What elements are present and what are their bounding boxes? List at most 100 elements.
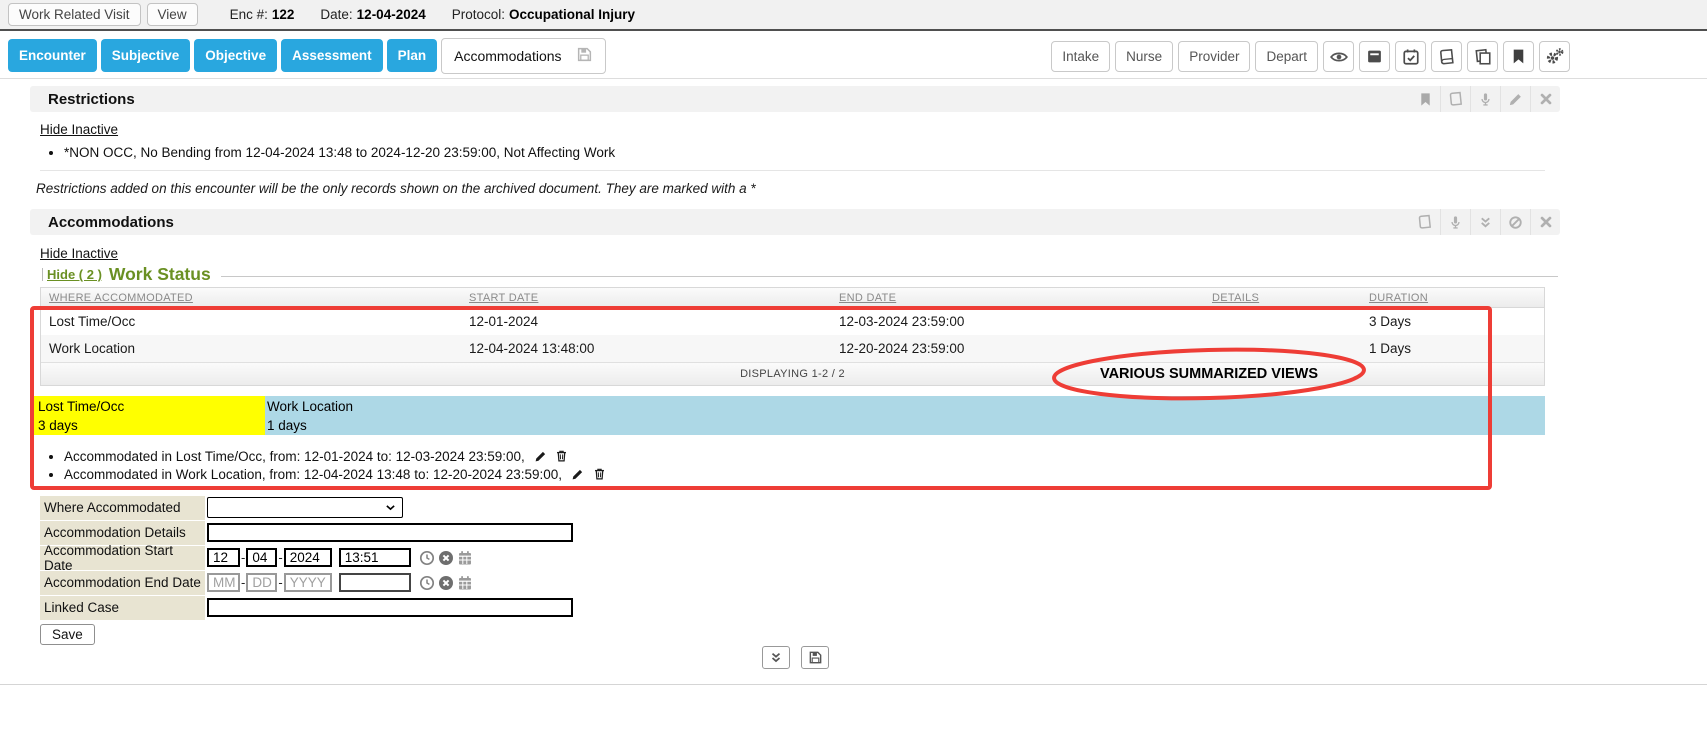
- legend-tick: [42, 268, 43, 281]
- form-row-where: Where Accommodated: [40, 495, 573, 520]
- cell-where: Work Location: [41, 341, 461, 356]
- work-related-visit-button[interactable]: Work Related Visit: [8, 3, 141, 26]
- tab-assessment[interactable]: Assessment: [281, 39, 383, 72]
- list-item: Accommodated in Work Location, from: 12-…: [64, 467, 606, 485]
- date-separator: -: [241, 550, 245, 565]
- bottom-action-buttons: [762, 646, 829, 669]
- where-accommodated-label: Where Accommodated: [40, 496, 205, 520]
- book-icon[interactable]: [1410, 209, 1440, 235]
- book-icon[interactable]: [1440, 86, 1470, 112]
- column-details[interactable]: DETAILS: [1204, 292, 1361, 304]
- tab-subjective[interactable]: Subjective: [101, 39, 191, 72]
- end-time-input[interactable]: [339, 573, 411, 592]
- column-end-date[interactable]: END DATE: [831, 292, 1204, 304]
- date-value: 12-04-2024: [357, 7, 426, 22]
- tab-bar: Encounter Subjective Objective Assessmen…: [0, 33, 1707, 79]
- list-item: Accommodated in Lost Time/Occ, from: 12-…: [64, 449, 606, 467]
- restrictions-section-header: Restrictions: [30, 86, 1560, 112]
- close-icon[interactable]: [1530, 86, 1560, 112]
- microphone-icon[interactable]: [1470, 86, 1500, 112]
- disable-icon[interactable]: [1500, 209, 1530, 235]
- collapse-icon[interactable]: [1470, 209, 1500, 235]
- tab-accommodations-active[interactable]: Accommodations: [441, 38, 605, 74]
- restrictions-header-icons: [1410, 86, 1560, 112]
- restriction-item: *NON OCC, No Bending from 12-04-2024 13:…: [64, 145, 615, 160]
- tab-objective[interactable]: Objective: [194, 39, 277, 72]
- bar-label: Work Location: [267, 397, 1545, 416]
- accommodations-hide-inactive-link[interactable]: Hide Inactive: [40, 246, 118, 261]
- calendar-check-icon[interactable]: [1395, 41, 1426, 72]
- work-related-visit-page: Work Related Visit View Enc #:122 Date:1…: [0, 0, 1707, 745]
- cell-duration: 3 Days: [1361, 314, 1544, 329]
- microphone-icon[interactable]: [1440, 209, 1470, 235]
- linked-case-input[interactable]: [207, 598, 573, 617]
- form-row-start-date: Accommodation Start Date - -: [40, 545, 573, 570]
- form-row-linked-case: Linked Case: [40, 595, 573, 620]
- restrictions-note: Restrictions added on this encounter wil…: [36, 181, 756, 196]
- cell-where: Lost Time/Occ: [41, 314, 461, 329]
- end-month-input[interactable]: [207, 573, 240, 592]
- protocol-value: Occupational Injury: [509, 7, 635, 22]
- restrictions-hide-inactive-link[interactable]: Hide Inactive: [40, 122, 118, 137]
- end-day-input[interactable]: [246, 573, 277, 592]
- where-accommodated-select[interactable]: [207, 497, 403, 518]
- pencil-icon[interactable]: [571, 468, 584, 485]
- close-icon[interactable]: [1530, 209, 1560, 235]
- tab-encounter[interactable]: Encounter: [8, 39, 97, 72]
- archive-icon[interactable]: [1359, 41, 1390, 72]
- clear-date-icon[interactable]: [438, 550, 454, 566]
- work-status-title: Work Status: [109, 264, 211, 285]
- clear-date-icon[interactable]: [438, 575, 454, 591]
- settings-gears-icon[interactable]: [1539, 41, 1570, 72]
- save-section-button[interactable]: [801, 646, 829, 669]
- table-row[interactable]: Lost Time/Occ 12-01-2024 12-03-2024 23:5…: [41, 308, 1544, 335]
- bar-value: 3 days: [38, 416, 265, 435]
- view-button[interactable]: View: [147, 3, 198, 26]
- start-time-input[interactable]: [339, 548, 411, 567]
- eye-icon[interactable]: [1323, 41, 1354, 72]
- form-row-end-date: Accommodation End Date - -: [40, 570, 573, 595]
- end-year-input[interactable]: [284, 573, 332, 592]
- start-year-input[interactable]: [284, 548, 332, 567]
- start-month-input[interactable]: [207, 548, 240, 567]
- calendar-icon[interactable]: [457, 550, 473, 566]
- depart-button[interactable]: Depart: [1255, 41, 1318, 72]
- encounter-number: Enc #:122: [230, 7, 295, 22]
- nurse-button[interactable]: Nurse: [1115, 41, 1173, 72]
- top-bar: Work Related Visit View Enc #:122 Date:1…: [0, 0, 1707, 31]
- date-separator: -: [241, 575, 245, 590]
- calendar-icon[interactable]: [457, 575, 473, 591]
- bar-label: Lost Time/Occ: [38, 397, 265, 416]
- provider-button[interactable]: Provider: [1178, 41, 1250, 72]
- cell-end: 12-20-2024 23:59:00: [831, 341, 1204, 356]
- tab-plan[interactable]: Plan: [387, 39, 438, 72]
- trash-icon[interactable]: [593, 467, 606, 485]
- column-start-date[interactable]: START DATE: [461, 292, 831, 304]
- work-status-hide-toggle[interactable]: Hide ( 2 ): [47, 267, 102, 282]
- book-icon[interactable]: [1431, 41, 1462, 72]
- table-row[interactable]: Work Location 12-04-2024 13:48:00 12-20-…: [41, 335, 1544, 362]
- accommodation-details-input[interactable]: [207, 523, 573, 542]
- work-status-legend: Hide ( 2 ) Work Status: [42, 264, 1558, 285]
- save-button[interactable]: Save: [40, 624, 95, 645]
- trash-icon[interactable]: [555, 449, 568, 467]
- pencil-icon[interactable]: [1500, 86, 1530, 112]
- accommodation-details-label: Accommodation Details: [40, 521, 205, 545]
- bookmark-icon[interactable]: [1410, 86, 1440, 112]
- encounter-date: Date:12-04-2024: [320, 7, 425, 22]
- column-where-accommodated[interactable]: WHERE ACCOMMODATED: [41, 292, 461, 304]
- form-row-details: Accommodation Details: [40, 520, 573, 545]
- column-duration[interactable]: DURATION: [1361, 292, 1544, 304]
- start-day-input[interactable]: [246, 548, 277, 567]
- restriction-text: *NON OCC, No Bending from 12-04-2024 13:…: [64, 145, 615, 160]
- clock-icon[interactable]: [419, 575, 435, 591]
- clock-icon[interactable]: [419, 550, 435, 566]
- intake-button[interactable]: Intake: [1051, 41, 1110, 72]
- bookmark-icon[interactable]: [1503, 41, 1534, 72]
- cell-start: 12-01-2024: [461, 314, 831, 329]
- toolbar-right-group: Intake Nurse Provider Depart: [1051, 41, 1570, 72]
- collapse-section-button[interactable]: [762, 646, 790, 669]
- pencil-icon[interactable]: [534, 450, 547, 467]
- floppy-save-icon: [808, 650, 823, 665]
- copy-icon[interactable]: [1467, 41, 1498, 72]
